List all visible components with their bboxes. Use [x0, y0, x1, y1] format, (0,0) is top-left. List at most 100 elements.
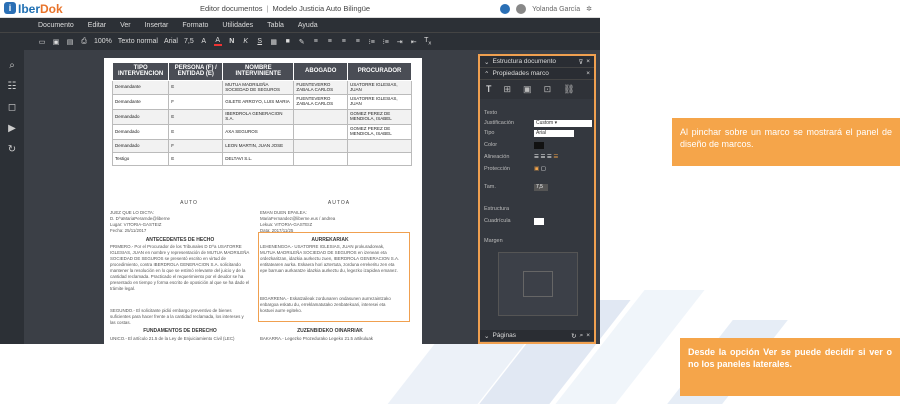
table-cell[interactable]: F [168, 94, 224, 111]
table-row[interactable]: Demandado F LEON MARTIN, JUAN JOSE [111, 139, 412, 154]
table-cell[interactable]: Demandado [111, 109, 170, 126]
play-icon[interactable]: ▶ [0, 123, 24, 134]
refresh-icon[interactable]: ↻ [571, 332, 576, 340]
pen-icon[interactable]: ✎ [298, 38, 306, 46]
menu-item[interactable]: Documento [38, 22, 74, 29]
selected-frame-highlight[interactable] [258, 232, 410, 322]
font-color-icon[interactable]: A [213, 37, 222, 46]
tab-frame[interactable]: ▣ [523, 84, 532, 95]
table-cell[interactable]: FUENTEVERRO ZABALA CARLOS [293, 79, 349, 96]
bullets-icon[interactable]: ⁝≡ [368, 38, 376, 46]
tab-table[interactable]: ⊞ [504, 84, 512, 95]
table-cell[interactable]: Demandante [111, 94, 170, 111]
align-center-icon[interactable]: ≡ [326, 38, 334, 45]
menu-item[interactable]: Utilidades [222, 22, 253, 29]
table-cell[interactable] [347, 152, 412, 167]
outdent-icon[interactable]: ⇤ [410, 38, 418, 46]
table-cell[interactable]: GOMEZ PEREZ DE MENDIOLA, ISABEL [347, 109, 412, 126]
properties-header[interactable]: ⌃ Propiedades marco × [480, 68, 594, 80]
shade-icon[interactable]: ■ [284, 38, 292, 45]
table-cell[interactable]: USATORRE IGLESIAS, JUAN [347, 79, 412, 96]
table-cell[interactable]: FUENTEVERRO ZABALA CARLOS [293, 94, 349, 111]
table-cell[interactable]: F [168, 139, 224, 154]
margin-diagram[interactable] [498, 252, 578, 316]
menu-item[interactable]: Formato [182, 22, 208, 29]
table-row[interactable]: Demandado E IBERDROLA GENERACION S.A. GOMEZ… [111, 109, 412, 126]
close-icon[interactable]: × [586, 70, 590, 77]
save-icon[interactable]: ▣ [52, 38, 60, 46]
underline-icon[interactable]: S [256, 38, 264, 45]
zoom-select[interactable]: 100% [94, 38, 112, 45]
search-icon[interactable]: ⌕ [580, 332, 584, 340]
table-cell[interactable]: Demandado [111, 139, 170, 154]
color-swatch[interactable] [534, 142, 544, 149]
filter-icon[interactable]: ⊽ [578, 58, 583, 66]
justify-icon[interactable]: ≡ [354, 38, 362, 45]
table-cell[interactable]: E [168, 79, 224, 96]
table-cell[interactable]: E [168, 124, 224, 141]
align-right-icon[interactable]: ≡ [340, 38, 348, 45]
table-cell[interactable]: IBERDROLA GENERACION S.A. [222, 109, 295, 126]
table-cell[interactable] [347, 139, 412, 154]
border-icon[interactable]: ▦ [270, 38, 278, 46]
table-row[interactable]: Testigo E DELTAVI S.L. [111, 152, 412, 167]
gear-icon[interactable]: ✲ [586, 5, 592, 13]
size-select[interactable]: 7,5 [184, 38, 194, 45]
font-type-select[interactable]: Arial [534, 130, 574, 137]
grow-font-icon[interactable]: A [200, 38, 208, 45]
menu-item[interactable]: Insertar [145, 22, 169, 29]
font-select[interactable]: Arial [164, 38, 178, 45]
menu-item[interactable]: Tabla [267, 22, 284, 29]
table-row[interactable]: Demandante F GILETE ARROYO, LUIS MARIA FUEN… [111, 94, 412, 111]
user-name[interactable]: Yolanda García [532, 6, 580, 13]
table-cell[interactable]: AXA SEGUROS [222, 124, 295, 141]
align-left-icon[interactable]: ≡ [312, 38, 320, 45]
table-cell[interactable]: E [168, 109, 224, 126]
grid-swatch[interactable] [534, 218, 544, 225]
table-cell[interactable] [293, 152, 349, 167]
close-icon[interactable]: × [586, 332, 590, 339]
tab-image[interactable]: ⊡ [544, 84, 552, 95]
menu-item[interactable]: Editar [88, 22, 106, 29]
style-select[interactable]: Texto normal [118, 38, 158, 45]
bookmark-icon[interactable]: ◻ [0, 102, 24, 113]
menu-item[interactable]: Ver [120, 22, 131, 29]
italic-icon[interactable]: K [242, 38, 250, 45]
indent-icon[interactable]: ⇥ [396, 38, 404, 46]
table-cell[interactable]: Demandante [111, 79, 170, 96]
table-cell[interactable] [293, 124, 349, 141]
alignment-buttons[interactable]: ☰ ☰ ☰ ☰ [534, 154, 558, 160]
table-cell[interactable]: Demandado [111, 124, 170, 141]
table-cell[interactable] [293, 109, 349, 126]
table-cell[interactable]: E [168, 152, 224, 167]
bold-icon[interactable]: N [228, 38, 236, 45]
structure-panel-header[interactable]: ⌄ Estructura documento ⊽ × [480, 56, 594, 68]
tab-link[interactable]: ⛓ [563, 84, 574, 95]
print-icon[interactable]: ⎙ [80, 38, 88, 46]
table-row[interactable]: Demandado E AXA SEGUROS GOMEZ PEREZ DE MEND… [111, 124, 412, 141]
table-cell[interactable]: USATORRE IGLESIAS, JUAN [347, 94, 412, 111]
close-icon[interactable]: × [586, 58, 590, 65]
help-icon[interactable] [500, 4, 511, 14]
protection-toggle[interactable]: ▣ ▢ [534, 166, 546, 172]
copy-icon[interactable]: ▤ [66, 38, 74, 46]
justification-select[interactable]: Custom ▾ [534, 120, 592, 127]
pages-panel-header[interactable]: ⌄ Páginas ↻ ⌕ × [480, 330, 594, 342]
table-cell[interactable] [293, 139, 349, 154]
tab-text[interactable]: T [486, 84, 492, 95]
search-icon[interactable]: ⌕ [0, 60, 24, 71]
structure-icon[interactable]: ☷ [0, 81, 24, 92]
table-cell[interactable]: GILETE ARROYO, LUIS MARIA [222, 94, 295, 111]
table-cell[interactable]: MUTUA MADRILEÑA SOCIEDAD DE SEGUROS [222, 79, 295, 96]
refresh-icon[interactable]: ↻ [0, 144, 24, 155]
size-input[interactable]: 7,5 [534, 184, 548, 191]
numbering-icon[interactable]: ⁝≡ [382, 38, 390, 46]
new-doc-icon[interactable]: ▭ [38, 38, 46, 46]
table-cell[interactable]: Testigo [111, 152, 170, 167]
table-row[interactable]: Demandante E MUTUA MADRILEÑA SOCIEDAD DE S… [111, 79, 412, 96]
clear-format-icon[interactable]: Tx [424, 37, 432, 46]
table-cell[interactable]: GOMEZ PEREZ DE MENDIOLA, ISABEL [347, 124, 412, 141]
table-cell[interactable]: LEON MARTIN, JUAN JOSE [222, 139, 295, 154]
menu-item[interactable]: Ayuda [298, 22, 318, 29]
table-cell[interactable]: DELTAVI S.L. [222, 152, 295, 167]
